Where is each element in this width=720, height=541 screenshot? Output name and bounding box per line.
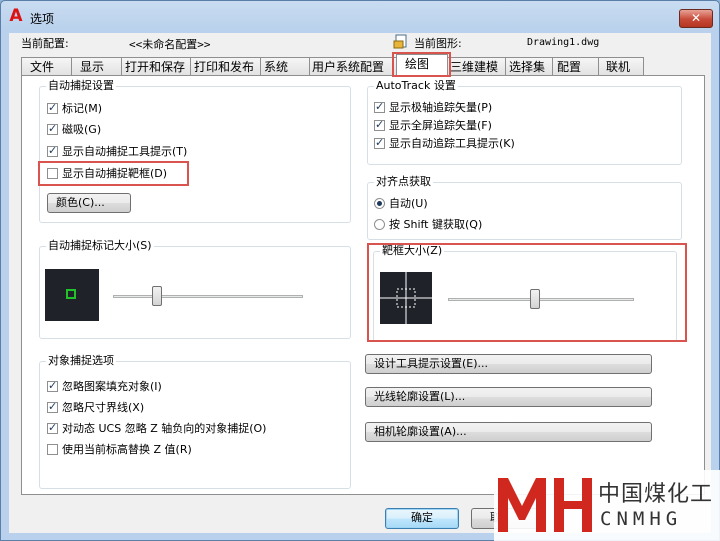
checkbox-checked-icon — [47, 421, 58, 434]
checkbox-checked-icon — [47, 379, 58, 392]
tab-online[interactable]: 联机 — [598, 57, 644, 75]
close-button[interactable]: ✕ — [679, 9, 713, 28]
tab-files[interactable]: 文件 — [21, 57, 72, 75]
ok-button[interactable]: 确定 — [385, 508, 459, 529]
ignore-negative-z-checkbox[interactable]: 对动态 UCS 忽略 Z 轴负向的对象捕捉(O) — [47, 421, 266, 435]
tab-system[interactable]: 系统 — [260, 57, 310, 75]
marker-size-slider-track[interactable] — [113, 295, 303, 298]
autosnap-magnet-checkbox[interactable]: 磁吸(G) — [47, 122, 101, 136]
autotrack-group: AutoTrack 设置 显示极轴追踪矢量(P) 显示全屏追踪矢量(F) 显示自… — [367, 79, 682, 165]
ignore-extension-lines-checkbox[interactable]: 忽略尺寸界线(X) — [47, 400, 144, 414]
aperture-preview — [380, 272, 432, 324]
aperture-size-group: 靶框大小(Z) — [373, 244, 677, 342]
checkbox-unchecked-icon — [47, 443, 58, 455]
checkbox-checked-icon — [374, 100, 385, 113]
tab-open-save[interactable]: 打开和保存 — [121, 57, 191, 75]
checkbox-checked-icon — [47, 122, 58, 135]
drawing-file-icon — [393, 33, 409, 49]
fullscreen-tracking-checkbox[interactable]: 显示全屏追踪矢量(F) — [374, 118, 492, 132]
lightglyph-settings-button[interactable]: 光线轮廓设置(L)... — [365, 387, 652, 407]
checkbox-checked-icon — [47, 144, 58, 157]
cameraglyph-settings-button[interactable]: 相机轮廓设置(A)... — [365, 422, 652, 442]
checkbox-checked-icon — [47, 400, 58, 413]
options-dialog: A 选项 ✕ 当前配置: <<未命名配置>> 当前图形: Drawing1.dw… — [0, 0, 720, 541]
marker-size-slider-thumb[interactable] — [151, 286, 162, 306]
aperture-size-slider-track[interactable] — [448, 298, 634, 301]
tab-profiles[interactable]: 配置 — [552, 57, 599, 75]
tab-selection[interactable]: 选择集 — [505, 57, 553, 75]
autocad-logo-icon: A — [9, 6, 23, 26]
marker-square-icon — [66, 289, 76, 299]
tab-user-preferences[interactable]: 用户系统配置 — [309, 57, 397, 75]
replace-z-checkbox[interactable]: 使用当前标高替换 Z 值(R) — [47, 443, 192, 456]
aperture-crosshair-icon — [380, 272, 432, 324]
current-drawing-label: 当前图形: — [414, 37, 462, 50]
autosnap-tooltip-checkbox[interactable]: 显示自动捕捉工具提示(T) — [47, 144, 187, 158]
autosnap-color-button[interactable]: 颜色(C)... — [47, 193, 131, 213]
tab-drafting[interactable]: 绘图 — [396, 54, 448, 76]
watermark: 中国煤化工 CNMHG — [494, 470, 720, 541]
window-title: 选项 — [30, 12, 55, 26]
current-profile-value: <<未命名配置>> — [129, 38, 211, 51]
drafting-panel: 自动捕捉设置 标记(M) 磁吸(G) 显示自动捕捉工具提示(T) 显示自动捕捉靶… — [21, 75, 705, 495]
alignment-auto-radio[interactable]: 自动(U) — [374, 197, 428, 210]
polar-tracking-checkbox[interactable]: 显示极轴追踪矢量(P) — [374, 100, 492, 114]
checkbox-unchecked-icon — [47, 167, 58, 179]
checkbox-checked-icon — [47, 101, 58, 114]
tab-display[interactable]: 显示 — [71, 57, 122, 75]
watermark-logo-icon — [498, 478, 592, 532]
current-drawing-value: Drawing1.dwg — [527, 37, 600, 48]
tab-plot-publish[interactable]: 打印和发布 — [190, 57, 261, 75]
marker-size-group-title: 自动捕捉标记大小(S) — [46, 239, 154, 253]
autotrack-tooltip-checkbox[interactable]: 显示自动追踪工具提示(K) — [374, 136, 515, 150]
dialog-client: 当前配置: <<未命名配置>> 当前图形: Drawing1.dwg 文件 显示… — [9, 33, 711, 533]
current-profile-label: 当前配置: — [21, 37, 69, 50]
design-tooltip-settings-button[interactable]: 设计工具提示设置(E)... — [365, 354, 652, 374]
autosnap-group: 自动捕捉设置 标记(M) 磁吸(G) 显示自动捕捉工具提示(T) 显示自动捕捉靶… — [39, 79, 351, 223]
alignment-group: 对齐点获取 自动(U) 按 Shift 键获取(Q) — [367, 175, 682, 240]
checkbox-checked-icon — [374, 136, 385, 149]
tab-3d-modeling[interactable]: 三维建模 — [447, 57, 506, 75]
alignment-group-title: 对齐点获取 — [374, 175, 433, 189]
watermark-cn-text: 中国煤化工 — [598, 482, 714, 507]
radio-selected-icon — [374, 197, 385, 209]
marker-size-group: 自动捕捉标记大小(S) — [39, 239, 351, 339]
title-bar[interactable]: A 选项 ✕ — [1, 1, 719, 33]
aperture-size-slider-thumb[interactable] — [530, 289, 541, 309]
aperture-size-group-title: 靶框大小(Z) — [380, 244, 445, 258]
ignore-hatch-checkbox[interactable]: 忽略图案填充对象(I) — [47, 379, 162, 393]
autosnap-aperture-checkbox[interactable]: 显示自动捕捉靶框(D) — [47, 167, 167, 180]
autotrack-group-title: AutoTrack 设置 — [374, 79, 458, 93]
watermark-en-text: CNMHG — [600, 508, 683, 530]
marker-preview — [45, 269, 99, 321]
radio-unselected-icon — [374, 218, 385, 230]
autosnap-group-title: 自动捕捉设置 — [46, 79, 116, 93]
object-snap-group: 对象捕捉选项 忽略图案填充对象(I) 忽略尺寸界线(X) 对动态 UCS 忽略 … — [39, 354, 351, 489]
object-snap-group-title: 对象捕捉选项 — [46, 354, 116, 368]
checkbox-checked-icon — [374, 118, 385, 131]
autosnap-marker-checkbox[interactable]: 标记(M) — [47, 101, 102, 115]
alignment-shift-radio[interactable]: 按 Shift 键获取(Q) — [374, 218, 482, 231]
